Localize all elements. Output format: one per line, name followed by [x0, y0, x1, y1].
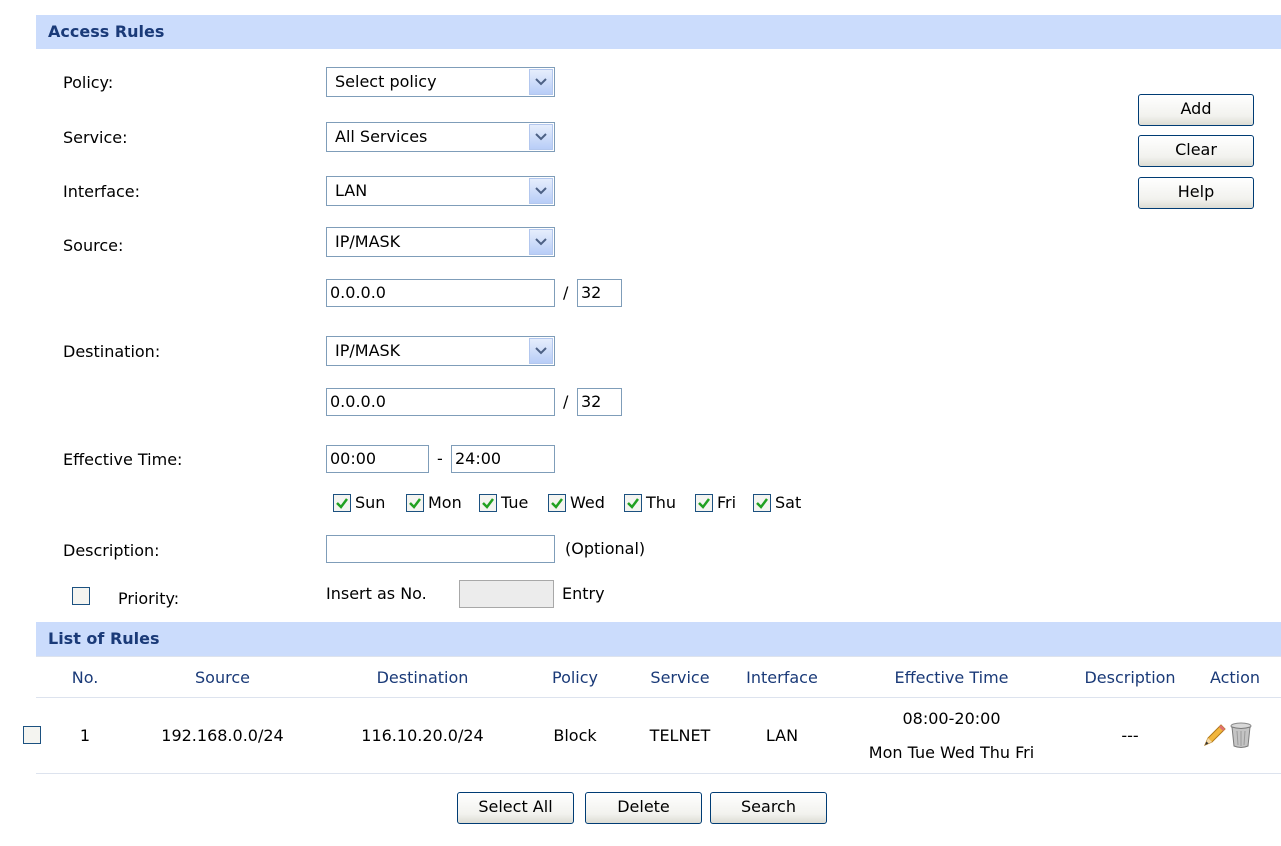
day-checkbox-tue[interactable] — [479, 494, 497, 512]
help-button[interactable]: Help — [1138, 177, 1254, 209]
day-label-mon: Mon — [428, 493, 462, 512]
time-end-input[interactable]: 24:00 — [451, 445, 555, 473]
effective-time-label: Effective Time: — [63, 450, 183, 469]
policy-select[interactable]: Select policy — [326, 67, 555, 97]
policy-label: Policy: — [63, 73, 114, 92]
interface-select[interactable]: LAN — [326, 176, 555, 206]
access-rules-header: Access Rules — [36, 15, 1281, 49]
chevron-down-icon — [529, 69, 553, 95]
chevron-down-icon — [529, 178, 553, 204]
day-checkbox-sat[interactable] — [753, 494, 771, 512]
policy-select-value: Select policy — [335, 72, 437, 91]
time-start-input[interactable]: 00:00 — [326, 445, 429, 473]
source-type-value: IP/MASK — [335, 232, 401, 251]
column-header-action: Action — [1209, 668, 1261, 687]
select-all-button[interactable]: Select All — [457, 792, 574, 824]
chevron-down-icon — [529, 124, 553, 150]
cell-time-range: 08:00-20:00 — [902, 709, 1001, 728]
trash-icon[interactable] — [1229, 721, 1253, 753]
column-header-source: Source — [195, 668, 250, 687]
column-header-effective-time: Effective Time — [894, 668, 1009, 687]
cell-destination: 116.10.20.0/24 — [361, 726, 484, 745]
destination-slash: / — [563, 392, 569, 411]
service-select-value: All Services — [335, 127, 428, 146]
day-label-sun: Sun — [355, 493, 386, 512]
service-label: Service: — [63, 128, 128, 147]
destination-label: Destination: — [63, 342, 161, 361]
day-checkbox-fri[interactable] — [695, 494, 713, 512]
cell-days: Mon Tue Wed Thu Fri — [868, 743, 1035, 762]
day-checkbox-thu[interactable] — [624, 494, 642, 512]
priority-number-input[interactable] — [459, 580, 554, 608]
description-hint: (Optional) — [565, 539, 646, 558]
table-header-divider — [36, 697, 1281, 698]
chevron-down-icon — [529, 338, 553, 364]
source-type-select[interactable]: IP/MASK — [326, 227, 555, 257]
source-mask-input[interactable]: 32 — [577, 279, 622, 307]
destination-ip-input[interactable]: 0.0.0.0 — [326, 388, 555, 416]
column-header-description: Description — [1084, 668, 1176, 687]
table-border-top — [36, 656, 1281, 657]
day-label-fri: Fri — [717, 493, 737, 512]
table-border-bottom — [36, 773, 1281, 774]
description-label: Description: — [63, 541, 160, 560]
day-label-tue: Tue — [501, 493, 529, 512]
time-dash: - — [437, 449, 443, 468]
destination-type-select[interactable]: IP/MASK — [326, 336, 555, 366]
day-checkbox-sun[interactable] — [333, 494, 351, 512]
cell-service: TELNET — [649, 726, 711, 745]
chevron-down-icon — [529, 229, 553, 255]
cell-description: --- — [1121, 726, 1139, 745]
description-input[interactable] — [326, 535, 555, 563]
cell-source: 192.168.0.0/24 — [161, 726, 284, 745]
service-select[interactable]: All Services — [326, 122, 555, 152]
entry-label: Entry — [562, 584, 605, 603]
source-ip-input[interactable]: 0.0.0.0 — [326, 279, 555, 307]
search-button[interactable]: Search — [710, 792, 827, 824]
column-header-interface: Interface — [746, 668, 818, 687]
source-label: Source: — [63, 236, 124, 255]
column-header-no: No. — [71, 668, 99, 687]
cell-interface: LAN — [765, 726, 799, 745]
day-label-sat: Sat — [775, 493, 802, 512]
column-header-policy: Policy — [551, 668, 599, 687]
day-label-wed: Wed — [570, 493, 605, 512]
cell-no: 1 — [79, 726, 91, 745]
source-slash: / — [563, 283, 569, 302]
destination-mask-input[interactable]: 32 — [577, 388, 622, 416]
clear-button[interactable]: Clear — [1138, 135, 1254, 167]
destination-type-value: IP/MASK — [335, 341, 401, 360]
priority-checkbox[interactable] — [72, 587, 90, 605]
day-checkbox-wed[interactable] — [548, 494, 566, 512]
add-button[interactable]: Add — [1138, 94, 1254, 126]
column-header-service: Service — [650, 668, 710, 687]
pencil-icon[interactable] — [1201, 721, 1229, 753]
list-of-rules-header: List of Rules — [36, 622, 1281, 656]
delete-button[interactable]: Delete — [585, 792, 702, 824]
insert-as-label: Insert as No. — [326, 584, 427, 603]
row-select-checkbox[interactable] — [23, 726, 41, 744]
interface-select-value: LAN — [335, 181, 368, 200]
column-header-destination: Destination — [376, 668, 469, 687]
day-checkbox-mon[interactable] — [406, 494, 424, 512]
priority-label: Priority: — [118, 589, 180, 608]
day-label-thu: Thu — [646, 493, 677, 512]
cell-policy: Block — [553, 726, 597, 745]
interface-label: Interface: — [63, 182, 141, 201]
